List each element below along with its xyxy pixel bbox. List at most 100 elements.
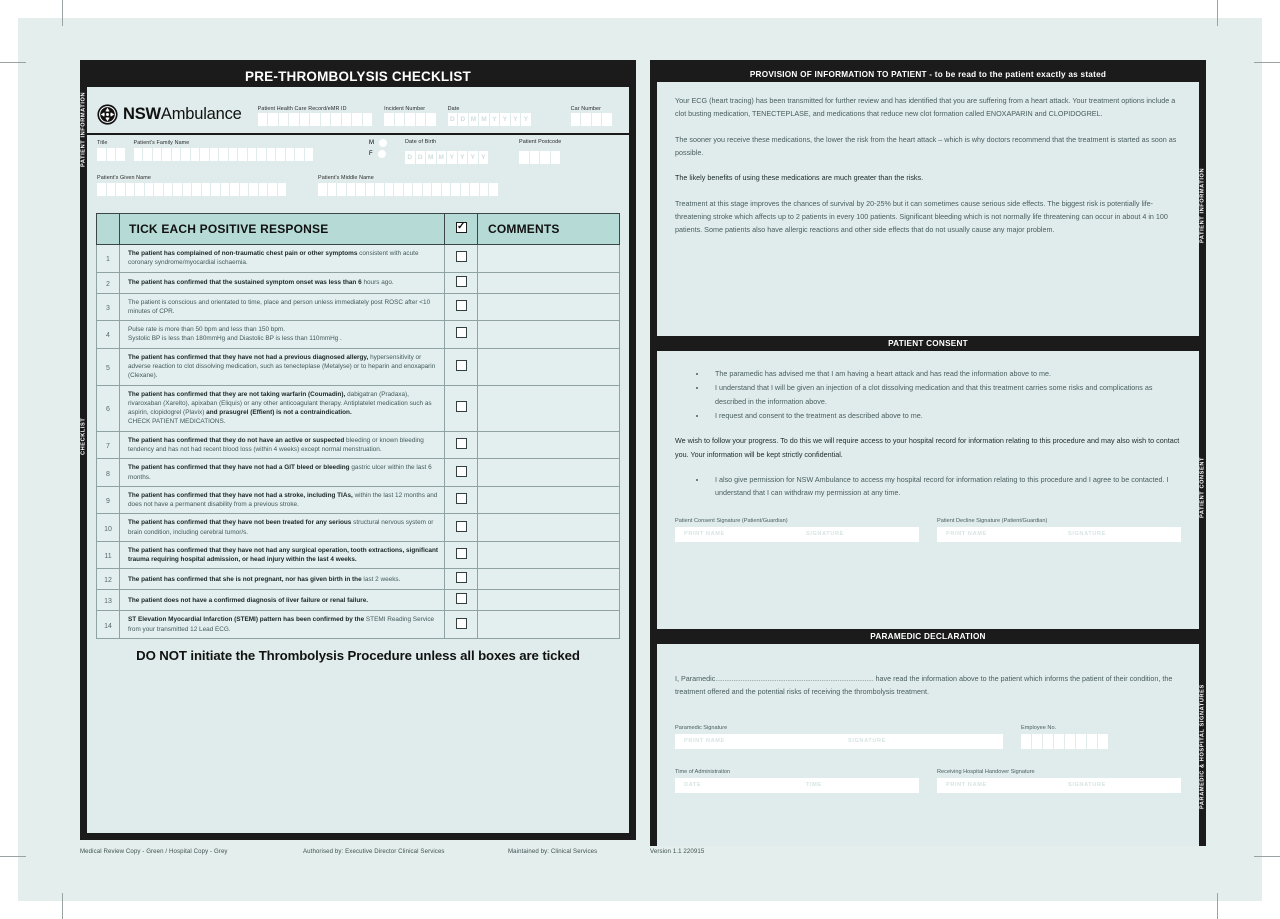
checklist-row-checkbox-cell[interactable] (444, 589, 478, 612)
checklist-row-text: ST Elevation Myocardial Infarction (STEM… (119, 610, 445, 640)
administration-time-input[interactable]: TIME (797, 782, 919, 788)
paramedic-print-name-input[interactable]: PRINT NAME (675, 738, 839, 744)
checkbox-icon[interactable] (455, 275, 467, 287)
checklist-row-checkbox-cell[interactable] (444, 485, 478, 515)
consent-signature-grid: Patient Consent Signature (Patient/Guard… (675, 518, 1181, 542)
checklist-row-comments-cell[interactable] (477, 320, 620, 349)
paramedic-signature-input[interactable]: SIGNATURE (839, 738, 1003, 744)
checklist-text-strong: The patient has confirmed that the susta… (128, 278, 362, 286)
checklist-row-checkbox-cell[interactable] (444, 320, 478, 349)
checklist-row-comments-cell[interactable] (477, 430, 620, 460)
handover-print-name-input[interactable]: PRINT NAME (937, 782, 1059, 788)
hospital-handover-field[interactable]: PRINT NAME SIGNATURE (937, 777, 1181, 793)
side-tab-right-patient-information[interactable]: PATIENT INFORMATION (1199, 81, 1206, 329)
checkbox-icon[interactable] (455, 572, 467, 584)
crop-mark-top-left-v (62, 0, 63, 26)
checklist-row-comments-cell[interactable] (477, 485, 620, 515)
employee-number-label: Employee No. (1021, 724, 1057, 731)
checklist-row-comments-cell[interactable] (477, 610, 620, 640)
title-input-boxes[interactable] (97, 147, 125, 161)
radio-male-icon[interactable] (379, 139, 387, 147)
side-tab-right-patient-consent[interactable]: PATIENT CONSENT (1199, 355, 1206, 619)
checklist-row-comments-cell[interactable] (477, 347, 620, 386)
checkbox-icon[interactable] (455, 299, 467, 311)
incident-number-input-boxes[interactable] (384, 113, 436, 126)
header-tick-each-positive-response: TICK EACH POSITIVE RESPONSE (119, 213, 445, 245)
checklist-row-checkbox-cell[interactable] (444, 347, 478, 386)
checkbox-icon[interactable] (455, 493, 467, 505)
decline-print-name-input[interactable]: PRINT NAME (937, 531, 1059, 537)
checklist-row-comments-cell[interactable] (477, 568, 620, 591)
field-phcr-emr-id: Patient Health Care Record/eMR ID (257, 106, 373, 126)
checklist-row-checkbox-cell[interactable] (444, 513, 478, 542)
checklist-row-comments-cell[interactable] (477, 540, 620, 570)
checklist-row-checkbox-cell[interactable] (444, 540, 478, 570)
checklist-row-checkbox-cell[interactable] (444, 610, 478, 640)
field-given-name: Patient's Given Name (97, 175, 286, 197)
header-comments: COMMENTS (477, 213, 620, 245)
side-tab-patient-information[interactable]: PATIENT INFORMATION (80, 67, 87, 192)
car-number-input-boxes[interactable] (570, 113, 612, 126)
checkbox-icon[interactable] (455, 465, 467, 477)
decline-signature-input[interactable]: SIGNATURE (1059, 531, 1181, 537)
checked-box-icon (455, 221, 467, 233)
side-tab-right-paramedic-hospital-signatures[interactable]: PARAMEDIC & HOSPITAL SIGNATURES (1199, 655, 1206, 839)
checklist-row-comments-cell[interactable] (477, 244, 620, 273)
checkbox-icon[interactable] (455, 401, 467, 413)
checkbox-icon[interactable] (455, 437, 467, 449)
phcr-input-boxes[interactable] (257, 113, 373, 126)
checklist-row-checkbox-cell[interactable] (444, 568, 478, 591)
patient-decline-signature-field[interactable]: PRINT NAME SIGNATURE (937, 526, 1181, 542)
paramedic-signature-field[interactable]: PRINT NAME SIGNATURE (675, 733, 1003, 749)
checklist-row-checkbox-cell[interactable] (444, 244, 478, 273)
checklist-text-strong-2: and prasugrel (Effient) is not a contrai… (206, 409, 352, 417)
sex-option-female[interactable]: F (369, 150, 387, 158)
checklist-row-number: 14 (96, 610, 120, 640)
checkbox-icon[interactable] (455, 548, 467, 560)
postcode-input-boxes[interactable] (519, 151, 561, 164)
checkbox-icon[interactable] (455, 520, 467, 532)
checklist-row-text: Pulse rate is more than 50 bpm and less … (119, 320, 445, 349)
checkbox-icon[interactable] (455, 359, 467, 371)
checklist-row-comments-cell[interactable] (477, 513, 620, 542)
consent-signature-input[interactable]: SIGNATURE (797, 531, 919, 537)
checklist-row-text: The patient has confirmed that they have… (119, 347, 445, 386)
checklist-row-comments-cell[interactable] (477, 271, 620, 294)
checklist-row-comments-cell[interactable] (477, 589, 620, 612)
handover-signature-input[interactable]: SIGNATURE (1059, 782, 1181, 788)
date-input-boxes[interactable]: D D M M Y Y Y Y (447, 113, 531, 126)
checklist-row-checkbox-cell[interactable] (444, 384, 478, 432)
field-label-family-name: Patient's Family Name (133, 140, 190, 146)
declaration-dotted-line[interactable]: ........................................… (715, 674, 873, 683)
checklist-row-checkbox-cell[interactable] (444, 271, 478, 294)
checklist-row-checkbox-cell[interactable] (444, 430, 478, 460)
radio-female-icon[interactable] (377, 150, 386, 158)
crop-mark-bottom-left-v (62, 893, 63, 919)
checklist-row-checkbox-cell[interactable] (444, 292, 478, 322)
checklist-row-comments-cell[interactable] (477, 384, 620, 432)
patient-consent-signature-field[interactable]: PRINT NAME SIGNATURE (675, 526, 919, 542)
brand-nsw: NSW (123, 105, 161, 123)
checkbox-icon[interactable] (455, 617, 467, 629)
form-title: PRE-THROMBOLYSIS CHECKLIST (87, 67, 629, 87)
checklist-row-checkbox-cell[interactable] (444, 458, 478, 487)
time-of-administration-label: Time of Administration (675, 768, 731, 775)
side-tab-checklist[interactable]: CHECKLIST (80, 253, 87, 619)
employee-number-input-boxes[interactable] (1021, 733, 1181, 749)
consent-print-name-input[interactable]: PRINT NAME (675, 531, 797, 537)
consent-bullet-1: The paramedic has advised me that I am h… (707, 367, 1181, 380)
family-name-input-boxes[interactable] (133, 147, 313, 161)
checkbox-icon[interactable] (455, 251, 467, 263)
checkbox-icon[interactable] (455, 593, 467, 605)
checklist-row: 14 ST Elevation Myocardial Infarction (ST… (96, 610, 620, 640)
administration-date-input[interactable]: DATE (675, 782, 797, 788)
sex-option-male[interactable]: M (369, 139, 387, 147)
checklist-row-comments-cell[interactable] (477, 292, 620, 322)
middle-name-input-boxes[interactable] (318, 182, 498, 196)
checkbox-icon[interactable] (455, 327, 467, 339)
checklist-row-comments-cell[interactable] (477, 458, 620, 487)
dob-input-boxes[interactable]: D D M M Y Y Y Y (405, 151, 488, 164)
time-of-administration-field[interactable]: DATE TIME (675, 777, 919, 793)
patient-information-block: NSWAmbulance Patient Health Care Record/… (87, 87, 629, 205)
given-name-input-boxes[interactable] (97, 182, 286, 196)
